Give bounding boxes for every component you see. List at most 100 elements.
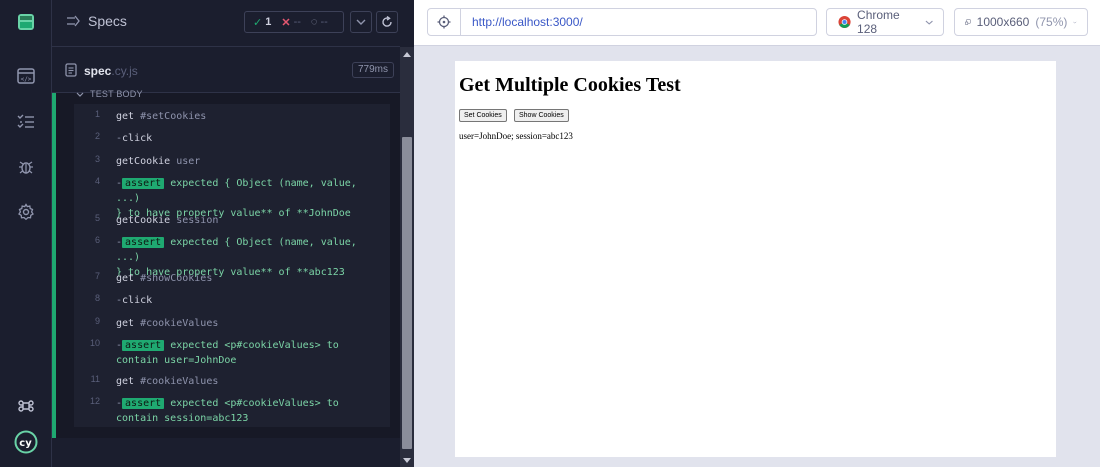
command-content: get #showCookies bbox=[116, 271, 386, 286]
spec-file-row[interactable]: spec.cy.js 779ms bbox=[52, 47, 400, 93]
command-argument: session bbox=[176, 215, 219, 226]
selector-playground-button[interactable] bbox=[428, 9, 461, 35]
command-name: get bbox=[116, 376, 135, 387]
svg-text:cy: cy bbox=[19, 438, 32, 449]
scroll-down-arrow-icon[interactable] bbox=[400, 453, 414, 467]
command-list: 1 get #setCookies 2 -click 3 getCookie user 4… bbox=[74, 104, 390, 427]
check-icon: ✓ bbox=[253, 16, 263, 29]
chrome-icon bbox=[838, 15, 851, 29]
refresh-icon bbox=[382, 16, 392, 27]
document-icon bbox=[65, 63, 77, 77]
chevron-down-icon bbox=[76, 92, 84, 97]
preview-header: http://localhost:3000/ Chrome 128 1000x6… bbox=[414, 0, 1100, 46]
rerun-button[interactable] bbox=[376, 11, 398, 33]
app-logo-icon[interactable] bbox=[14, 10, 38, 34]
assert-badge: assert bbox=[122, 340, 165, 351]
collapse-all-button[interactable] bbox=[350, 11, 372, 33]
viewport-size-icon bbox=[965, 19, 971, 25]
command-content: get #setCookies bbox=[116, 109, 386, 124]
command-number: 6 bbox=[94, 235, 100, 245]
spec-file-name: spec.cy.js bbox=[84, 64, 138, 78]
command-content: -click bbox=[116, 131, 386, 146]
command-number: 3 bbox=[94, 154, 100, 164]
command-name: get bbox=[116, 111, 135, 122]
passed-count: ✓ 1 bbox=[253, 16, 272, 29]
url-bar[interactable]: http://localhost:3000/ bbox=[427, 8, 817, 36]
settings-gear-icon[interactable] bbox=[14, 200, 38, 224]
failed-count: ✕ -- bbox=[281, 16, 301, 29]
assert-badge: assert bbox=[122, 237, 165, 248]
command-content: - assert expected <p#cookieValues> to cont… bbox=[116, 396, 386, 426]
command-content: get #cookieValues bbox=[116, 374, 386, 389]
show-cookies-button[interactable]: Show Cookies bbox=[514, 109, 569, 122]
assert-message-line: contain session=abc123 bbox=[116, 413, 249, 424]
app-under-test-frame: Get Multiple Cookies Test Set Cookies Sh… bbox=[455, 61, 1056, 457]
runs-nav-icon[interactable] bbox=[14, 110, 38, 134]
test-stats: ✓ 1 ✕ -- ◌ -- bbox=[244, 11, 344, 33]
command-name: getCookie bbox=[116, 156, 171, 167]
specs-toggle[interactable]: Specs bbox=[66, 13, 127, 29]
command-number: 2 bbox=[94, 131, 100, 141]
reporter-header: Specs ✓ 1 ✕ -- ◌ -- bbox=[52, 0, 400, 47]
command-name: get bbox=[116, 318, 135, 329]
specs-list-arrow-icon bbox=[67, 15, 80, 27]
assert-message-line: contain user=JohnDoe bbox=[116, 355, 237, 366]
nav-rail: </> cy bbox=[0, 0, 52, 467]
command-argument: #cookieValues bbox=[140, 318, 219, 329]
pending-count: ◌ -- bbox=[310, 16, 328, 28]
command-number: 5 bbox=[94, 213, 100, 223]
app-preview: http://localhost:3000/ Chrome 128 1000x6… bbox=[414, 0, 1100, 467]
command-content: - assert expected <p#cookieValues> to cont… bbox=[116, 338, 386, 368]
set-cookies-button[interactable]: Set Cookies bbox=[459, 109, 507, 122]
viewport-info[interactable]: 1000x660 (75%) bbox=[954, 8, 1088, 36]
keyboard-shortcuts-icon[interactable] bbox=[14, 394, 38, 418]
chevron-down-icon bbox=[356, 19, 366, 25]
command-argument: #showCookies bbox=[140, 273, 213, 284]
test-body-toggle[interactable]: TEST BODY bbox=[76, 89, 143, 99]
command-number: 8 bbox=[94, 293, 100, 303]
assert-badge: assert bbox=[122, 398, 165, 409]
command-number: 10 bbox=[89, 338, 100, 348]
command-name: click bbox=[122, 133, 153, 144]
debug-bug-icon[interactable] bbox=[14, 155, 38, 179]
command-name: click bbox=[122, 295, 153, 306]
specs-label: Specs bbox=[88, 13, 127, 29]
assert-message-line: expected <p#cookieValues> to bbox=[170, 340, 339, 351]
crosshair-icon bbox=[437, 15, 451, 29]
chevron-down-icon bbox=[1073, 21, 1077, 23]
specs-nav-icon[interactable]: </> bbox=[14, 64, 38, 88]
chevron-down-icon bbox=[925, 20, 933, 25]
command-number: 9 bbox=[94, 316, 100, 326]
x-icon: ✕ bbox=[281, 16, 291, 29]
cookie-values: user=JohnDoe; session=abc123 bbox=[459, 131, 573, 141]
command-content: get #cookieValues bbox=[116, 316, 386, 331]
cypress-logo-icon[interactable]: cy bbox=[14, 430, 38, 454]
pending-ring-icon: ◌ bbox=[310, 16, 318, 28]
page-title: Get Multiple Cookies Test bbox=[459, 74, 681, 96]
cypress-runner: </> cy Specs ✓ 1 ✕ -- ◌ -- spec.cy.js 77… bbox=[0, 0, 1100, 467]
command-argument: user bbox=[176, 156, 201, 167]
command-content: getCookie session bbox=[116, 213, 386, 228]
url-text: http://localhost:3000/ bbox=[472, 15, 583, 29]
command-content: -click bbox=[116, 293, 386, 308]
command-argument: #cookieValues bbox=[140, 376, 219, 387]
command-number: 12 bbox=[89, 396, 100, 406]
command-content: getCookie user bbox=[116, 154, 386, 169]
command-argument: #setCookies bbox=[140, 111, 207, 122]
scroll-up-arrow-icon[interactable] bbox=[400, 47, 414, 61]
assert-message-line: expected <p#cookieValues> to bbox=[170, 398, 339, 409]
command-number: 11 bbox=[90, 374, 100, 384]
command-name: get bbox=[116, 273, 135, 284]
command-number: 4 bbox=[94, 176, 100, 186]
command-log-reporter: Specs ✓ 1 ✕ -- ◌ -- spec.cy.js 779ms TES… bbox=[52, 0, 414, 467]
command-number: 7 bbox=[94, 271, 100, 281]
scroll-thumb[interactable] bbox=[402, 137, 412, 449]
svg-text:</>: </> bbox=[21, 76, 32, 83]
test-body-section: TEST BODY 1 get #setCookies 2 -click 3 getCo… bbox=[52, 89, 400, 438]
command-number: 1 bbox=[94, 109, 100, 119]
spec-duration: 779ms bbox=[351, 62, 394, 78]
command-name: getCookie bbox=[116, 215, 171, 226]
assert-badge: assert bbox=[122, 178, 165, 189]
browser-selector[interactable]: Chrome 128 bbox=[826, 8, 944, 36]
reporter-scrollbar[interactable] bbox=[400, 47, 414, 467]
